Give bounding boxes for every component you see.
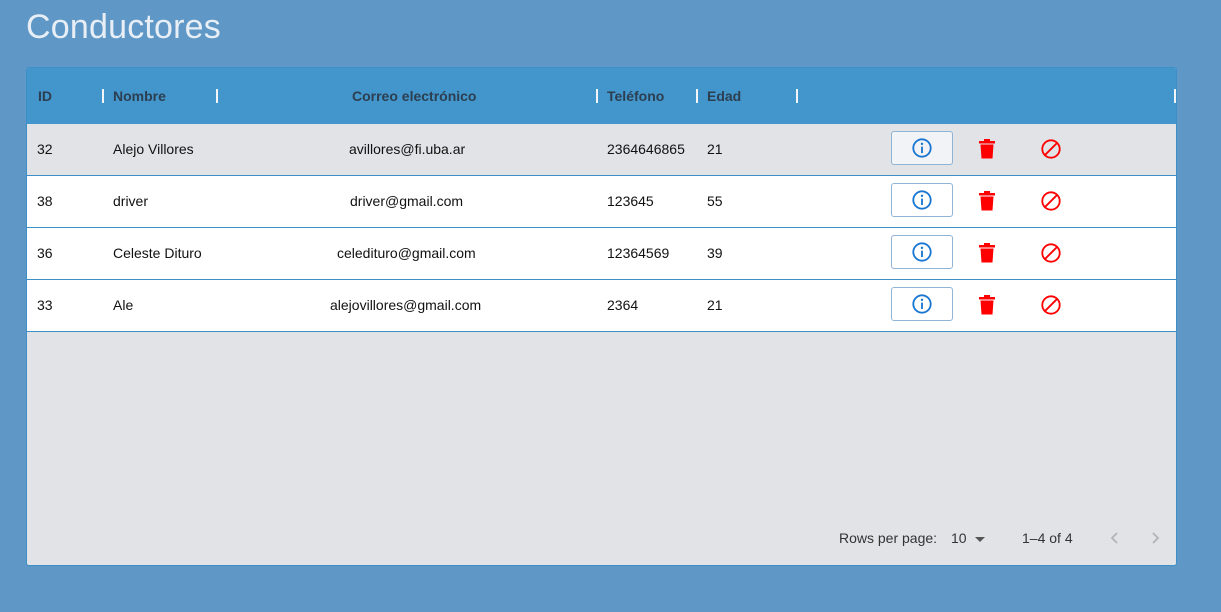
column-header-age[interactable]: Edad <box>707 68 741 124</box>
block-button[interactable] <box>1039 241 1063 265</box>
cell-email: avillores@fi.uba.ar <box>349 141 466 157</box>
cell-email: driver@gmail.com <box>350 193 464 209</box>
column-separator[interactable] <box>696 89 698 103</box>
column-separator[interactable] <box>216 89 218 103</box>
trash-icon <box>979 295 995 315</box>
caret-down-icon <box>974 536 985 542</box>
rows-per-page-value: 10 <box>951 530 967 546</box>
cell-phone: 2364 <box>607 297 639 313</box>
delete-button[interactable] <box>975 241 999 265</box>
cell-age: 21 <box>707 297 723 313</box>
cell-name: Celeste Dituro <box>113 245 202 261</box>
trash-icon <box>979 139 995 159</box>
info-button[interactable] <box>891 235 953 269</box>
info-button[interactable] <box>891 183 953 217</box>
cell-age: 39 <box>707 245 723 261</box>
trash-icon <box>979 191 995 211</box>
block-button[interactable] <box>1039 189 1063 213</box>
info-circle-icon <box>912 294 932 314</box>
block-button[interactable] <box>1039 137 1063 161</box>
cell-age: 55 <box>707 193 723 209</box>
info-button[interactable] <box>891 131 953 165</box>
info-circle-icon <box>912 138 932 158</box>
block-icon <box>1041 139 1061 159</box>
delete-button[interactable] <box>975 137 999 161</box>
cell-id: 36 <box>37 245 53 261</box>
cell-email: celedituro@gmail.com <box>337 245 476 261</box>
column-separator[interactable] <box>596 89 598 103</box>
info-button[interactable] <box>891 287 953 321</box>
info-circle-icon <box>912 242 932 262</box>
table-row[interactable]: 38 driver driver@gmail.com 123645 55 <box>27 176 1176 228</box>
cell-email: alejovillores@gmail.com <box>330 297 482 313</box>
cell-name: Ale <box>113 297 134 313</box>
delete-button[interactable] <box>975 293 999 317</box>
table-header: ID Nombre Correo electrónico Teléfono Ed… <box>27 68 1176 125</box>
previous-page-button[interactable] <box>1105 528 1125 548</box>
rows-per-page-select[interactable]: 10 <box>951 516 985 560</box>
cell-phone: 123645 <box>607 193 654 209</box>
next-page-button[interactable] <box>1145 528 1165 548</box>
cell-age: 21 <box>707 141 723 157</box>
cell-id: 38 <box>37 193 53 209</box>
block-icon <box>1041 243 1061 263</box>
cell-phone: 12364569 <box>607 245 670 261</box>
table-footer: Rows per page: 10 1–4 of 4 <box>27 516 1176 565</box>
trash-icon <box>979 243 995 263</box>
pagination-range: 1–4 of 4 <box>1022 530 1073 546</box>
delete-button[interactable] <box>975 189 999 213</box>
table-row[interactable]: 32 Alejo Villores avillores@fi.uba.ar 23… <box>27 124 1176 176</box>
cell-id: 33 <box>37 297 53 313</box>
block-icon <box>1041 295 1061 315</box>
column-separator[interactable] <box>796 89 798 103</box>
column-separator[interactable] <box>102 89 104 103</box>
table-row[interactable]: 33 Ale alejovillores@gmail.com 2364 21 <box>27 280 1176 332</box>
drivers-table: ID Nombre Correo electrónico Teléfono Ed… <box>26 67 1177 566</box>
page-title: Conductores <box>26 8 221 46</box>
cell-name: Alejo Villores <box>113 141 194 157</box>
column-header-id[interactable]: ID <box>38 68 52 124</box>
cell-name: driver <box>113 193 149 209</box>
column-separator[interactable] <box>1174 89 1176 103</box>
cell-id: 32 <box>37 141 53 157</box>
column-header-phone[interactable]: Teléfono <box>607 68 664 124</box>
info-circle-icon <box>912 190 932 210</box>
rows-per-page-label: Rows per page: <box>839 530 938 546</box>
chevron-left-icon <box>1110 532 1118 544</box>
column-header-email[interactable]: Correo electrónico <box>352 68 476 124</box>
column-header-name[interactable]: Nombre <box>113 68 166 124</box>
table-row[interactable]: 36 Celeste Dituro celedituro@gmail.com 1… <box>27 228 1176 280</box>
block-button[interactable] <box>1039 293 1063 317</box>
block-icon <box>1041 191 1061 211</box>
chevron-right-icon <box>1152 532 1160 544</box>
cell-phone: 2364646865 <box>607 141 685 157</box>
